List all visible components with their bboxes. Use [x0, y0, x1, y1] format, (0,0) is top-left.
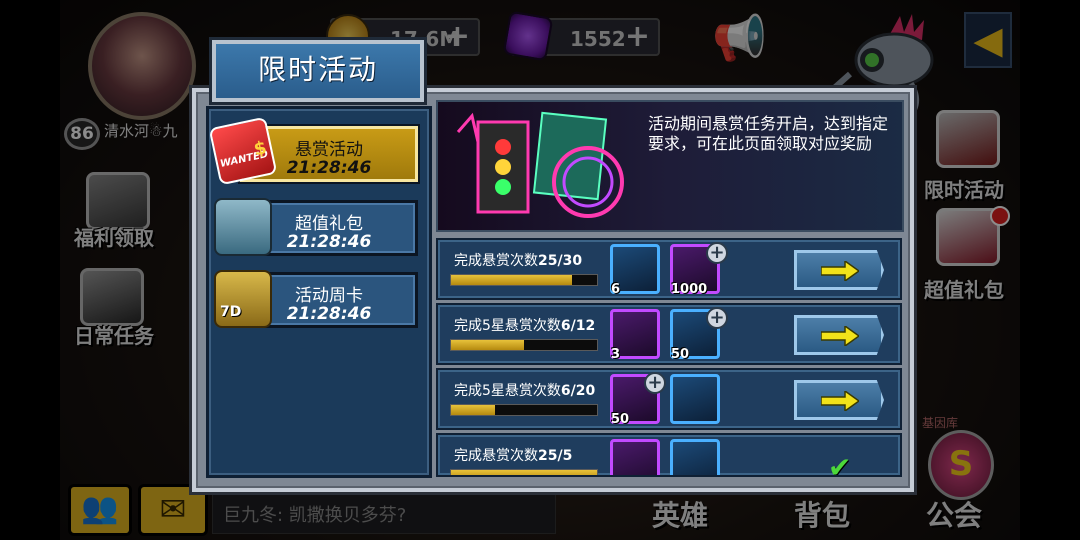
progress-fill [451, 405, 495, 415]
reward-item-scroll[interactable]: 6 [610, 244, 660, 297]
go-button[interactable] [794, 315, 884, 355]
plus-icon: + [706, 242, 728, 264]
plus-icon: + [706, 307, 728, 329]
reward-item-rocket[interactable]: 3 [610, 309, 660, 362]
plus-icon: + [644, 372, 666, 394]
task-name: 完成悬赏次数25/30 [454, 250, 582, 270]
go-button[interactable] [794, 380, 884, 420]
reward-qty: 3 [611, 347, 621, 362]
task-name: 完成悬赏次数25/5 [454, 445, 572, 465]
wanted-neon-art [456, 111, 624, 218]
reward-item-crystal[interactable] [670, 439, 720, 475]
task-name: 完成5星悬赏次数6/12 [454, 315, 595, 335]
task-prefix: 完成悬赏次数 [454, 448, 538, 464]
letterbox-left [0, 0, 60, 540]
arrow-right-icon [821, 261, 859, 281]
task-prefix: 完成5星悬赏次数 [454, 318, 561, 334]
task-row: 完成悬赏次数25/30 6 1000 + [436, 238, 902, 300]
task-prefix: 完成5星悬赏次数 [454, 383, 561, 399]
reward-item-gadget[interactable] [670, 374, 720, 424]
task-progress-bar [450, 404, 598, 416]
progress-fill [451, 340, 524, 350]
task-row: 完成5星悬赏次数6/20 50 + [436, 368, 902, 430]
task-count: 25/5 [538, 448, 573, 464]
progress-fill [451, 470, 597, 475]
wanted-poster-icon: WANTED $ [208, 116, 278, 186]
reward-qty: 6 [611, 282, 621, 297]
reward-qty: 50 [611, 412, 630, 427]
arrow-right-icon [821, 391, 859, 411]
task-name: 完成5星悬赏次数6/20 [454, 380, 595, 400]
progress-fill [451, 275, 573, 285]
task-prefix: 完成悬赏次数 [454, 253, 538, 269]
go-button[interactable] [794, 250, 884, 290]
task-count: 6/20 [560, 383, 596, 399]
completed-check-icon: ✔ [828, 451, 852, 477]
days-badge: 7D [220, 304, 242, 320]
task-row: 完成5星悬赏次数6/12 3 50 + [436, 303, 902, 365]
reward-qty: 1000 [671, 282, 708, 297]
task-progress-bar [450, 339, 598, 351]
task-count: 25/30 [538, 253, 583, 269]
gem-chest-icon: 7D [214, 270, 272, 328]
letterbox-right [1020, 0, 1080, 540]
task-progress-bar [450, 469, 598, 475]
arrow-right-icon [821, 326, 859, 346]
task-row: 完成悬赏次数25/5 ✔ [436, 433, 902, 477]
reward-item-token[interactable] [610, 439, 660, 475]
event-description: 活动期间悬赏任务开启，达到指定要求，可在此页面领取对应奖励 [648, 114, 889, 153]
modal-title: 限时活动 [257, 53, 378, 86]
task-count: 6/12 [560, 318, 596, 334]
treasure-chest-icon [214, 198, 272, 256]
reward-qty: 50 [671, 347, 690, 362]
task-progress-bar [450, 274, 598, 286]
